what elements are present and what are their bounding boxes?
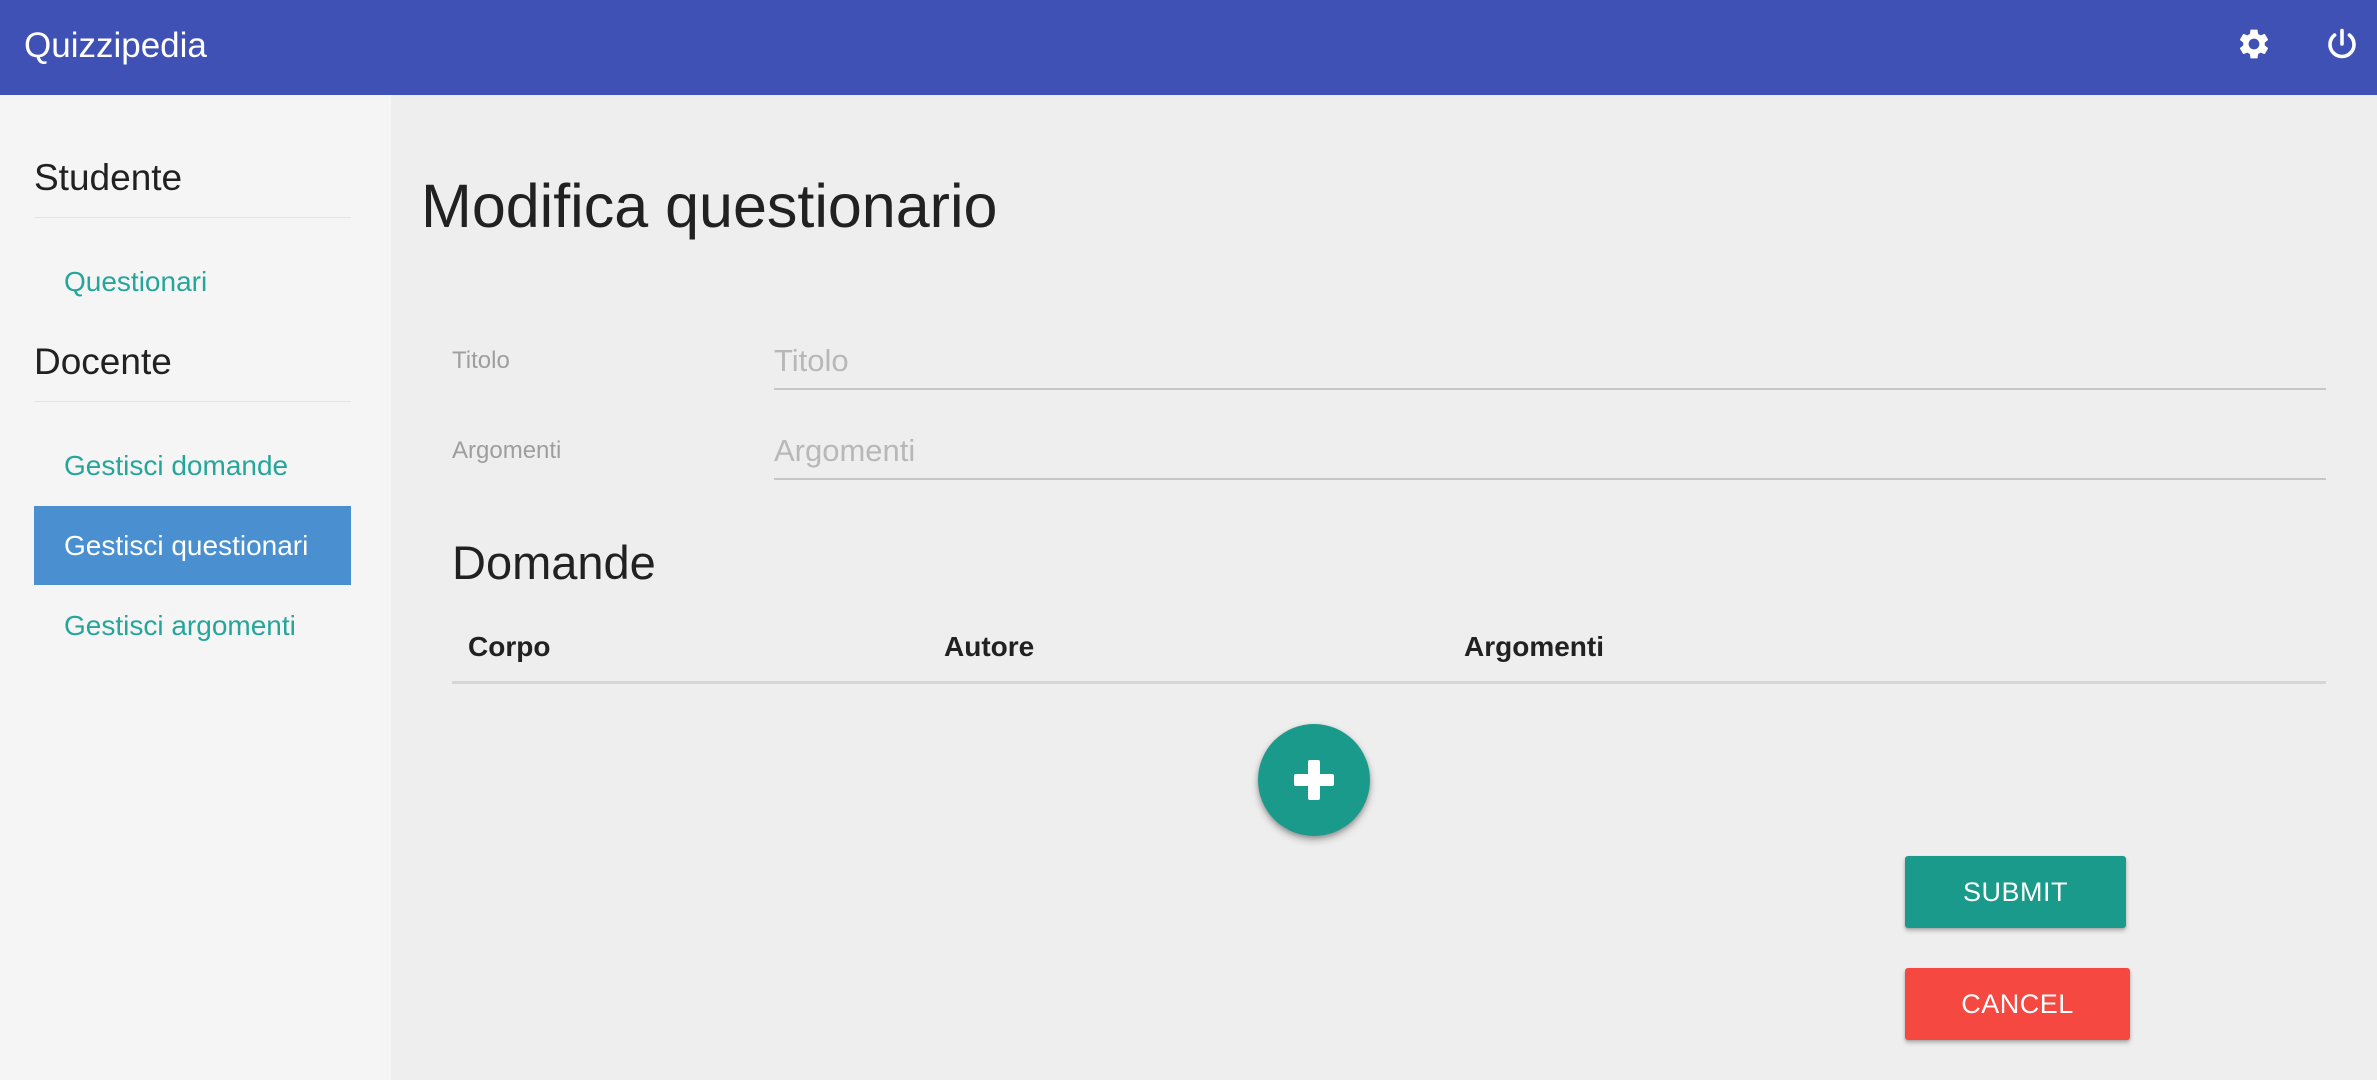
app-title[interactable]: Quizzipedia — [24, 24, 207, 68]
app-header: Quizzipedia — [0, 0, 2377, 95]
sidebar-heading-docente: Docente — [34, 339, 351, 402]
sidebar-item-gestisci-questionari[interactable]: Gestisci questionari — [34, 506, 351, 585]
argomenti-input[interactable] — [774, 424, 2326, 480]
argomenti-label: Argomenti — [452, 437, 562, 464]
column-header-corpo[interactable]: Corpo — [468, 630, 550, 664]
titolo-input[interactable] — [774, 334, 2326, 390]
sidebar-item-questionari[interactable]: Questionari — [34, 242, 351, 321]
questions-section-title: Domande — [452, 536, 656, 589]
add-question-button[interactable] — [1258, 724, 1370, 836]
plus-icon — [1294, 760, 1334, 800]
page-title: Modifica questionario — [421, 172, 998, 240]
submit-button[interactable]: Submit — [1905, 856, 2126, 928]
column-header-autore[interactable]: Autore — [944, 630, 1034, 664]
sidebar-item-gestisci-argomenti[interactable]: Gestisci argomenti — [34, 586, 351, 665]
titolo-label: Titolo — [452, 347, 510, 374]
questions-table-header: Corpo Autore Argomenti — [452, 620, 2326, 684]
cancel-button[interactable]: Cancel — [1905, 968, 2130, 1040]
settings-button[interactable] — [2236, 26, 2272, 62]
sidebar: Studente Questionari Docente Gestisci do… — [0, 95, 391, 1080]
settings-icon — [2239, 29, 2269, 59]
power-icon — [2328, 28, 2356, 59]
column-header-argomenti[interactable]: Argomenti — [1464, 630, 1604, 664]
logout-button[interactable] — [2324, 26, 2360, 62]
sidebar-heading-studente: Studente — [34, 155, 351, 218]
sidebar-item-gestisci-domande[interactable]: Gestisci domande — [34, 426, 351, 505]
